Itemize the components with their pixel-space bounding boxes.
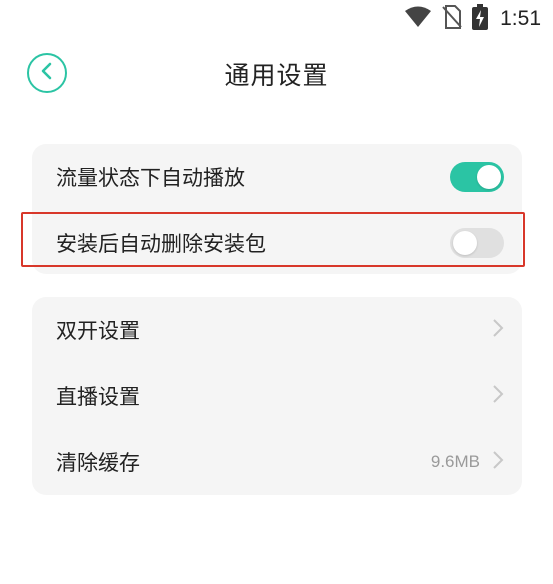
battery-charging-icon	[472, 4, 489, 34]
toggle-knob	[453, 231, 477, 255]
cache-size-value: 9.6MB	[430, 452, 480, 471]
setting-label: 双开设置	[56, 319, 140, 343]
setting-label: 清除缓存	[56, 451, 140, 475]
setting-row-autoplay-mobile-data[interactable]: 流量状态下自动播放	[32, 144, 522, 210]
setting-row-clear-cache[interactable]: 清除缓存 9.6MB	[32, 429, 522, 495]
no-sim-icon	[442, 5, 462, 33]
setting-row-live-settings[interactable]: 直播设置	[32, 363, 522, 429]
setting-label: 安装后自动删除安装包	[56, 232, 266, 256]
header: 通用设置	[0, 48, 553, 98]
chevron-right-icon	[492, 450, 504, 474]
settings-card-toggles: 流量状态下自动播放 安装后自动删除安装包	[32, 144, 522, 274]
setting-row-dual-app[interactable]: 双开设置	[32, 297, 522, 363]
setting-label: 直播设置	[56, 385, 140, 409]
status-icons: 1:51	[404, 4, 541, 34]
status-bar: 1:51	[0, 0, 553, 36]
chevron-right-icon	[492, 384, 504, 408]
autoplay-toggle[interactable]	[450, 162, 504, 192]
setting-label: 流量状态下自动播放	[56, 166, 245, 190]
toggle-knob	[477, 165, 501, 189]
page-title: 通用设置	[224, 61, 329, 90]
wifi-icon	[404, 6, 432, 32]
status-time: 1:51	[500, 7, 541, 30]
setting-row-auto-delete-package[interactable]: 安装后自动删除安装包	[32, 210, 522, 276]
auto-delete-toggle[interactable]	[450, 228, 504, 258]
chevron-right-icon	[492, 318, 504, 342]
settings-card-links: 双开设置 直播设置 清除缓存 9.6MB	[32, 297, 522, 495]
